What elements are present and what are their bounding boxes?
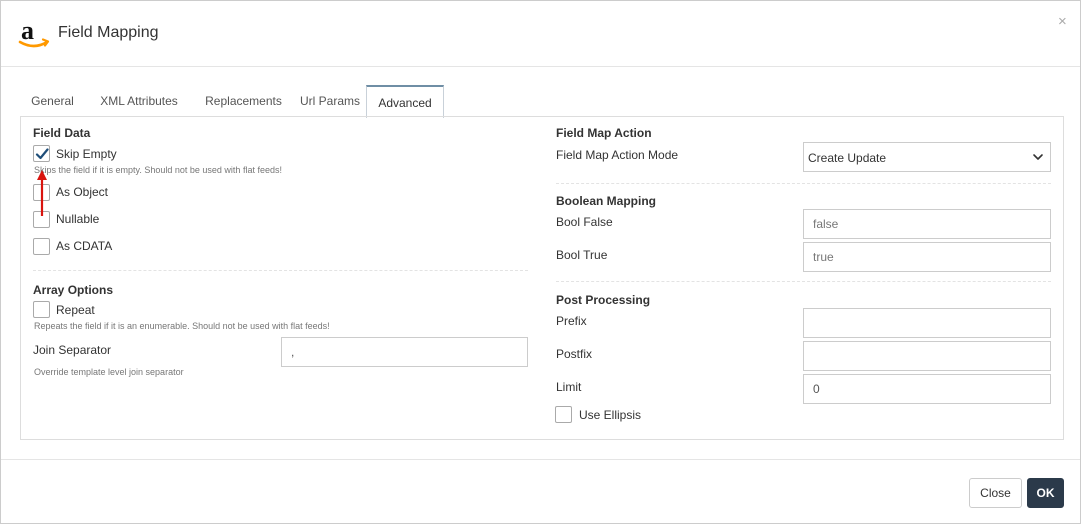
section-divider: [556, 183, 1051, 184]
limit-label: Limit: [556, 380, 582, 394]
join-separator-label: Join Separator: [33, 343, 112, 357]
chevron-down-icon: [1033, 154, 1043, 160]
field-map-action-title: Field Map Action: [556, 126, 652, 140]
limit-input[interactable]: [803, 374, 1051, 404]
prefix-input[interactable]: [803, 308, 1051, 338]
bool-true-input[interactable]: [803, 242, 1051, 272]
bool-false-input[interactable]: [803, 209, 1051, 239]
close-button[interactable]: Close: [969, 478, 1022, 508]
array-options-title: Array Options: [33, 283, 114, 297]
skip-empty-help: Skips the field if it is empty. Should n…: [34, 165, 282, 175]
as-cdata-checkbox[interactable]: [33, 238, 50, 255]
field-map-action-mode-label: Field Map Action Mode: [556, 148, 679, 162]
join-separator-input[interactable]: [281, 337, 528, 367]
tab-xml-attributes[interactable]: XML Attributes: [85, 85, 193, 117]
close-icon[interactable]: ×: [1058, 13, 1067, 30]
tab-url-params[interactable]: Url Params: [294, 85, 366, 117]
field-data-title: Field Data: [33, 126, 91, 140]
checkmark-icon: [35, 148, 49, 160]
skip-empty-label: Skip Empty: [56, 147, 117, 161]
as-cdata-label: As CDATA: [56, 239, 113, 253]
amazon-logo-icon: a: [18, 17, 50, 48]
postfix-input[interactable]: [803, 341, 1051, 371]
nullable-label: Nullable: [56, 212, 100, 226]
svg-text:a: a: [21, 17, 34, 45]
repeat-checkbox[interactable]: [33, 301, 50, 318]
repeat-label: Repeat: [56, 303, 95, 317]
use-ellipsis-label: Use Ellipsis: [579, 408, 642, 422]
join-separator-help: Override template level join separator: [34, 367, 184, 377]
post-processing-title: Post Processing: [556, 293, 651, 307]
section-divider: [33, 270, 528, 271]
tab-replacements[interactable]: Replacements: [193, 85, 294, 117]
prefix-label: Prefix: [556, 314, 587, 328]
use-ellipsis-checkbox[interactable]: [555, 406, 572, 423]
postfix-label: Postfix: [556, 347, 593, 361]
skip-empty-checkbox[interactable]: [33, 145, 50, 162]
tab-general[interactable]: General: [20, 85, 85, 117]
field-map-action-mode-select[interactable]: Create Update: [803, 142, 1051, 172]
bool-false-label: Bool False: [556, 215, 613, 229]
dialog-title: Field Mapping: [58, 24, 159, 41]
bool-true-label: Bool True: [556, 248, 608, 262]
tab-advanced[interactable]: Advanced: [366, 85, 444, 118]
boolean-mapping-title: Boolean Mapping: [556, 194, 656, 208]
repeat-help: Repeats the field if it is an enumerable…: [34, 321, 330, 331]
dialog-footer: [1, 459, 1080, 524]
dialog-header: a Field Mapping ×: [1, 1, 1080, 67]
ok-button[interactable]: OK: [1027, 478, 1064, 508]
annotation-arrow-icon: [37, 170, 47, 216]
field-map-action-mode-value: Create Update: [808, 151, 887, 165]
section-divider: [556, 281, 1051, 282]
field-mapping-dialog: a Field Mapping × General XML Attributes…: [0, 0, 1081, 524]
as-object-label: As Object: [56, 185, 109, 199]
